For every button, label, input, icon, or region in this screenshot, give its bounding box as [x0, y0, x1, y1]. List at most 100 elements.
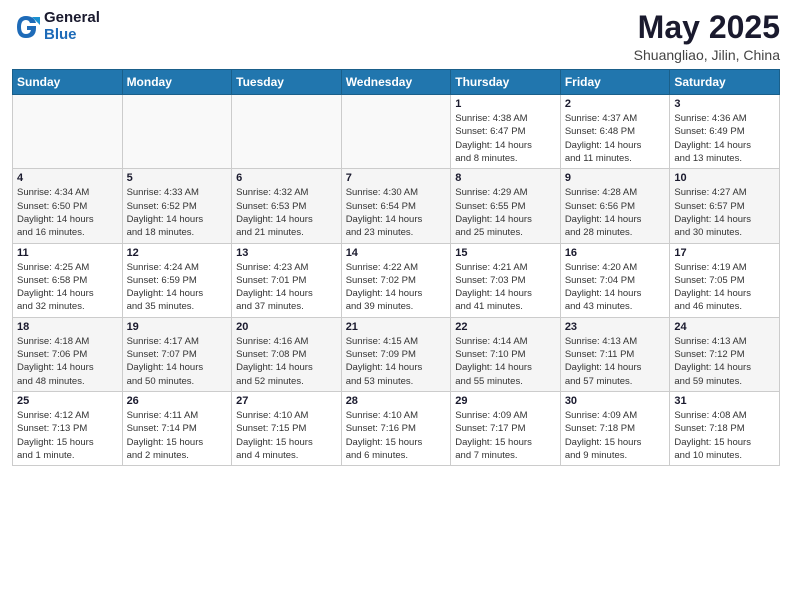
- title-block: May 2025 Shuangliao, Jilin, China: [634, 10, 780, 63]
- day-number: 17: [674, 247, 775, 259]
- day-number: 4: [17, 172, 118, 184]
- table-row: 26 Sunrise: 4:11 AMSunset: 7:14 PMDayligh…: [122, 391, 232, 465]
- day-number: 23: [565, 321, 666, 333]
- table-row: 19 Sunrise: 4:17 AMSunset: 7:07 PMDayligh…: [122, 317, 232, 391]
- day-info: Sunrise: 4:09 AMSunset: 7:18 PMDaylight:…: [565, 409, 666, 462]
- table-row: 29Sunrise: 4:09 AMSunset: 7:17 PMDayligh…: [451, 391, 561, 465]
- table-row: 4 Sunrise: 4:34 AMSunset: 6:50 PMDaylight…: [13, 169, 123, 243]
- table-row: 8 Sunrise: 4:29 AMSunset: 6:55 PMDaylight…: [451, 169, 561, 243]
- col-thursday: Thursday: [451, 70, 561, 95]
- table-row: 21Sunrise: 4:15 AMSunset: 7:09 PMDayligh…: [341, 317, 451, 391]
- table-row: 14 Sunrise: 4:22 AMSunset: 7:02 PMDayligh…: [341, 243, 451, 317]
- day-number: 27: [236, 395, 337, 407]
- day-number: 13: [236, 247, 337, 259]
- col-friday: Friday: [560, 70, 670, 95]
- day-info: Sunrise: 4:34 AMSunset: 6:50 PMDaylight:…: [17, 186, 118, 239]
- day-number: 26: [127, 395, 228, 407]
- table-row: 12 Sunrise: 4:24 AMSunset: 6:59 PMDayligh…: [122, 243, 232, 317]
- day-info: Sunrise: 4:16 AMSunset: 7:08 PMDaylight:…: [236, 335, 337, 388]
- day-info: Sunrise: 4:08 AMSunset: 7:18 PMDaylight:…: [674, 409, 775, 462]
- table-row: 28 Sunrise: 4:10 AMSunset: 7:16 PMDayligh…: [341, 391, 451, 465]
- table-row: 15 Sunrise: 4:21 AMSunset: 7:03 PMDayligh…: [451, 243, 561, 317]
- table-row: 13 Sunrise: 4:23 AMSunset: 7:01 PMDayligh…: [232, 243, 342, 317]
- table-row: 23 Sunrise: 4:13 AMSunset: 7:11 PMDayligh…: [560, 317, 670, 391]
- calendar-table: Sunday Monday Tuesday Wednesday Thursday…: [12, 69, 780, 466]
- table-row: 9Sunrise: 4:28 AMSunset: 6:56 PMDaylight…: [560, 169, 670, 243]
- day-number: 5: [127, 172, 228, 184]
- col-monday: Monday: [122, 70, 232, 95]
- table-row: 11 Sunrise: 4:25 AMSunset: 6:58 PMDayligh…: [13, 243, 123, 317]
- day-number: 19: [127, 321, 228, 333]
- month-title: May 2025: [634, 10, 780, 45]
- day-info: Sunrise: 4:28 AMSunset: 6:56 PMDaylight:…: [565, 186, 666, 239]
- day-number: 25: [17, 395, 118, 407]
- day-number: 3: [674, 98, 775, 110]
- day-number: 28: [346, 395, 447, 407]
- day-info: Sunrise: 4:22 AMSunset: 7:02 PMDaylight:…: [346, 261, 447, 314]
- day-info: Sunrise: 4:27 AMSunset: 6:57 PMDaylight:…: [674, 186, 775, 239]
- table-row: 24Sunrise: 4:13 AMSunset: 7:12 PMDayligh…: [670, 317, 780, 391]
- page: General Blue May 2025 Shuangliao, Jilin,…: [0, 0, 792, 612]
- day-number: 16: [565, 247, 666, 259]
- calendar-header-row: Sunday Monday Tuesday Wednesday Thursday…: [13, 70, 780, 95]
- logo-text: General Blue: [44, 10, 100, 43]
- table-row: 1 Sunrise: 4:38 AMSunset: 6:47 PMDaylight…: [451, 95, 561, 169]
- logo-icon: [12, 13, 40, 41]
- day-number: 11: [17, 247, 118, 259]
- day-number: 31: [674, 395, 775, 407]
- table-row: 27 Sunrise: 4:10 AMSunset: 7:15 PMDayligh…: [232, 391, 342, 465]
- table-row: 18 Sunrise: 4:18 AMSunset: 7:06 PMDayligh…: [13, 317, 123, 391]
- day-number: 12: [127, 247, 228, 259]
- day-info: Sunrise: 4:14 AMSunset: 7:10 PMDaylight:…: [455, 335, 556, 388]
- day-info: Sunrise: 4:10 AMSunset: 7:16 PMDaylight:…: [346, 409, 447, 462]
- day-info: Sunrise: 4:17 AMSunset: 7:07 PMDaylight:…: [127, 335, 228, 388]
- header: General Blue May 2025 Shuangliao, Jilin,…: [12, 10, 780, 63]
- day-number: 15: [455, 247, 556, 259]
- day-info: Sunrise: 4:36 AMSunset: 6:49 PMDaylight:…: [674, 112, 775, 165]
- col-saturday: Saturday: [670, 70, 780, 95]
- calendar-week-row: 11 Sunrise: 4:25 AMSunset: 6:58 PMDayligh…: [13, 243, 780, 317]
- day-info: Sunrise: 4:21 AMSunset: 7:03 PMDaylight:…: [455, 261, 556, 314]
- day-info: Sunrise: 4:24 AMSunset: 6:59 PMDaylight:…: [127, 261, 228, 314]
- day-number: 30: [565, 395, 666, 407]
- day-info: Sunrise: 4:33 AMSunset: 6:52 PMDaylight:…: [127, 186, 228, 239]
- calendar-week-row: 25Sunrise: 4:12 AMSunset: 7:13 PMDayligh…: [13, 391, 780, 465]
- table-row: 16 Sunrise: 4:20 AMSunset: 7:04 PMDayligh…: [560, 243, 670, 317]
- day-info: Sunrise: 4:29 AMSunset: 6:55 PMDaylight:…: [455, 186, 556, 239]
- day-info: Sunrise: 4:30 AMSunset: 6:54 PMDaylight:…: [346, 186, 447, 239]
- day-info: Sunrise: 4:11 AMSunset: 7:14 PMDaylight:…: [127, 409, 228, 462]
- table-row: 3 Sunrise: 4:36 AMSunset: 6:49 PMDaylight…: [670, 95, 780, 169]
- day-number: 7: [346, 172, 447, 184]
- day-info: Sunrise: 4:37 AMSunset: 6:48 PMDaylight:…: [565, 112, 666, 165]
- day-number: 22: [455, 321, 556, 333]
- table-row: [232, 95, 342, 169]
- table-row: 30 Sunrise: 4:09 AMSunset: 7:18 PMDayligh…: [560, 391, 670, 465]
- day-number: 24: [674, 321, 775, 333]
- day-info: Sunrise: 4:20 AMSunset: 7:04 PMDaylight:…: [565, 261, 666, 314]
- logo: General Blue: [12, 10, 100, 43]
- calendar-week-row: 18 Sunrise: 4:18 AMSunset: 7:06 PMDayligh…: [13, 317, 780, 391]
- table-row: 6Sunrise: 4:32 AMSunset: 6:53 PMDaylight…: [232, 169, 342, 243]
- location: Shuangliao, Jilin, China: [634, 47, 780, 63]
- table-row: 31 Sunrise: 4:08 AMSunset: 7:18 PMDayligh…: [670, 391, 780, 465]
- day-info: Sunrise: 4:10 AMSunset: 7:15 PMDaylight:…: [236, 409, 337, 462]
- col-wednesday: Wednesday: [341, 70, 451, 95]
- day-number: 8: [455, 172, 556, 184]
- day-info: Sunrise: 4:23 AMSunset: 7:01 PMDaylight:…: [236, 261, 337, 314]
- day-info: Sunrise: 4:38 AMSunset: 6:47 PMDaylight:…: [455, 112, 556, 165]
- table-row: 2Sunrise: 4:37 AMSunset: 6:48 PMDaylight…: [560, 95, 670, 169]
- day-number: 18: [17, 321, 118, 333]
- calendar-week-row: 4 Sunrise: 4:34 AMSunset: 6:50 PMDaylight…: [13, 169, 780, 243]
- day-number: 14: [346, 247, 447, 259]
- col-tuesday: Tuesday: [232, 70, 342, 95]
- day-info: Sunrise: 4:15 AMSunset: 7:09 PMDaylight:…: [346, 335, 447, 388]
- logo-blue-text: Blue: [44, 27, 100, 44]
- day-info: Sunrise: 4:25 AMSunset: 6:58 PMDaylight:…: [17, 261, 118, 314]
- day-number: 1: [455, 98, 556, 110]
- table-row: 7 Sunrise: 4:30 AMSunset: 6:54 PMDaylight…: [341, 169, 451, 243]
- day-info: Sunrise: 4:18 AMSunset: 7:06 PMDaylight:…: [17, 335, 118, 388]
- table-row: 25Sunrise: 4:12 AMSunset: 7:13 PMDayligh…: [13, 391, 123, 465]
- day-info: Sunrise: 4:32 AMSunset: 6:53 PMDaylight:…: [236, 186, 337, 239]
- day-info: Sunrise: 4:19 AMSunset: 7:05 PMDaylight:…: [674, 261, 775, 314]
- day-info: Sunrise: 4:13 AMSunset: 7:11 PMDaylight:…: [565, 335, 666, 388]
